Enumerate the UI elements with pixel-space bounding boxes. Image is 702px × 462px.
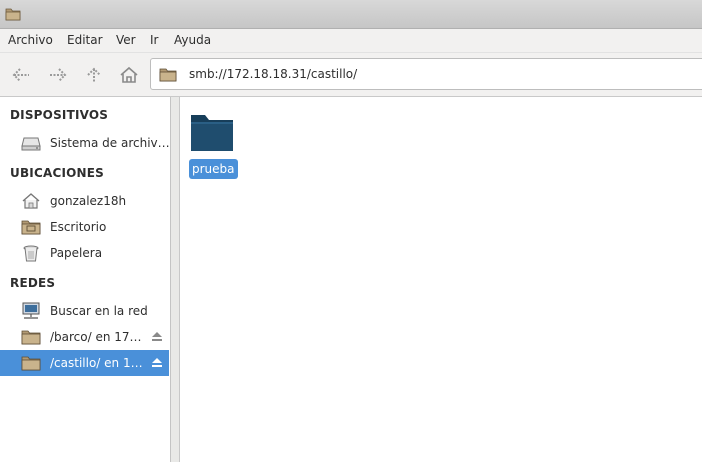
- sidebar-item-label: /castillo/ en 1…: [50, 356, 143, 370]
- sidebar-item-filesystem[interactable]: Sistema de archiv…: [0, 130, 170, 156]
- sidebar-item-label: /barco/ en 17…: [50, 330, 142, 344]
- folder-icon: [159, 67, 177, 85]
- window-titlebar[interactable]: [0, 0, 702, 29]
- home-icon: [120, 66, 138, 83]
- eject-icon[interactable]: [151, 331, 163, 345]
- forward-arrow-icon: [50, 68, 67, 82]
- location-bar: [150, 58, 702, 90]
- sidebar-item-label: Buscar en la red: [50, 304, 148, 318]
- sidebar-item-desktop[interactable]: Escritorio: [0, 214, 169, 240]
- location-input[interactable]: [189, 65, 689, 83]
- sidebar-item-barco[interactable]: /barco/ en 17…: [0, 324, 169, 350]
- sidebar-item-home[interactable]: gonzalez18h: [0, 188, 169, 214]
- menu-editar[interactable]: Editar: [67, 33, 103, 47]
- trash-icon: [21, 244, 41, 262]
- section-title-network: REDES: [10, 276, 56, 290]
- home-icon: [21, 192, 41, 210]
- sidebar-item-label: gonzalez18h: [50, 194, 127, 208]
- sidebar-item-label: Papelera: [50, 246, 103, 260]
- folder-icon: [189, 111, 235, 156]
- network-icon: [21, 302, 41, 320]
- menu-ver[interactable]: Ver: [116, 33, 136, 47]
- file-view[interactable]: prueba: [180, 97, 702, 462]
- home-button[interactable]: [117, 63, 141, 87]
- up-button[interactable]: [82, 63, 106, 87]
- sidebar-item-trash[interactable]: Papelera: [0, 240, 169, 266]
- section-title-devices: DISPOSITIVOS: [10, 108, 109, 122]
- back-arrow-icon: [12, 68, 29, 82]
- menu-ir[interactable]: Ir: [150, 33, 158, 47]
- folder-icon: [5, 7, 21, 24]
- menu-archivo[interactable]: Archivo: [8, 33, 53, 47]
- sidebar: DISPOSITIVOS Sistema de archiv… UBICACIO…: [0, 97, 171, 462]
- eject-icon[interactable]: [151, 357, 163, 371]
- up-arrow-icon: [87, 67, 101, 83]
- sidebar-item-label: Sistema de archiv…: [50, 136, 170, 150]
- folder-icon: [21, 354, 41, 372]
- menu-bar: Archivo Editar Ver Ir Ayuda: [0, 29, 702, 53]
- folder-icon: [21, 328, 41, 346]
- forward-button[interactable]: [46, 63, 70, 87]
- back-button[interactable]: [9, 63, 33, 87]
- section-title-places: UBICACIONES: [10, 166, 105, 180]
- file-name: prueba: [189, 159, 238, 179]
- sidebar-item-browse-network[interactable]: Buscar en la red: [0, 298, 169, 324]
- sidebar-item-castillo[interactable]: /castillo/ en 1…: [0, 350, 169, 376]
- desktop-folder-icon: [21, 218, 41, 236]
- drive-icon: [21, 134, 41, 152]
- pane-splitter[interactable]: [171, 97, 180, 462]
- menu-ayuda[interactable]: Ayuda: [174, 33, 211, 47]
- sidebar-item-label: Escritorio: [50, 220, 107, 234]
